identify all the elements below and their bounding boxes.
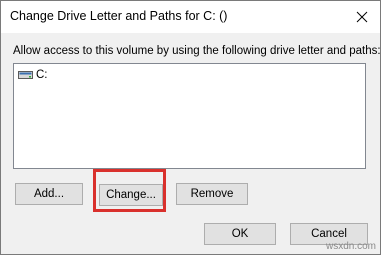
watermark: wsxdn.com xyxy=(325,241,376,252)
list-item-c-drive[interactable]: C: xyxy=(18,67,48,83)
change-button[interactable]: Change... xyxy=(99,184,163,206)
close-button[interactable] xyxy=(350,5,374,29)
close-icon xyxy=(356,11,368,23)
dialog-window: Change Drive Letter and Paths for C: () … xyxy=(0,0,381,255)
add-button[interactable]: Add... xyxy=(15,183,83,205)
drive-icon xyxy=(18,70,33,80)
remove-button[interactable]: Remove xyxy=(176,183,248,205)
ok-button[interactable]: OK xyxy=(204,223,276,245)
drive-paths-listbox[interactable]: C: xyxy=(13,63,366,169)
instruction-text: Allow access to this volume by using the… xyxy=(13,45,381,57)
window-title: Change Drive Letter and Paths for C: () xyxy=(10,9,228,23)
list-item-label: C: xyxy=(36,69,48,81)
title-bar: Change Drive Letter and Paths for C: () xyxy=(1,1,380,33)
